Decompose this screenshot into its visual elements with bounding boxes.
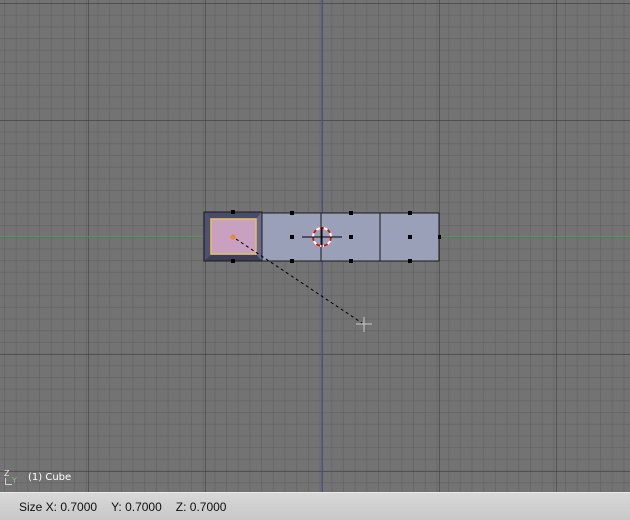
extruded-mesh[interactable]: [261, 211, 441, 263]
size-x-value: Size X: 0.7000: [19, 500, 98, 514]
vertex[interactable]: [408, 211, 412, 215]
mouse-crosshair: [356, 317, 372, 332]
vertex[interactable]: [408, 259, 412, 263]
vertex[interactable]: [231, 259, 235, 263]
active-object-label: (1) Cube: [28, 472, 72, 483]
face-center[interactable]: [349, 235, 353, 239]
pivot-point: [230, 234, 236, 240]
vertex[interactable]: [290, 211, 294, 215]
face-center[interactable]: [290, 235, 294, 239]
axis-z-label: Z: [4, 469, 10, 478]
transform-size-readout: Size X: 0.7000 Y: 0.7000 Z: 0.7000: [19, 500, 240, 514]
status-bar: Size X: 0.7000 Y: 0.7000 Z: 0.7000: [0, 492, 630, 520]
viewport-scene[interactable]: [0, 0, 630, 492]
selected-cube[interactable]: [203, 210, 263, 263]
axis-gizmo: Z Y: [3, 470, 21, 486]
axis-y-label: Y: [12, 476, 17, 485]
axis-gizmo-icon: [5, 478, 12, 485]
face-center[interactable]: [408, 235, 412, 239]
vertex[interactable]: [438, 235, 441, 239]
vertex[interactable]: [349, 259, 353, 263]
size-y-value: Y: 0.7000: [111, 500, 162, 514]
vertex[interactable]: [349, 211, 353, 215]
blender-window: Z Y (1) Cube Size X: 0.7000 Y: 0.7000 Z: 0…: [0, 0, 630, 520]
vertex[interactable]: [290, 259, 294, 263]
3d-viewport[interactable]: Z Y (1) Cube: [0, 0, 630, 492]
size-z-value: Z: 0.7000: [175, 500, 227, 514]
cube-bevel-left: [204, 212, 210, 261]
vertex[interactable]: [231, 210, 235, 214]
